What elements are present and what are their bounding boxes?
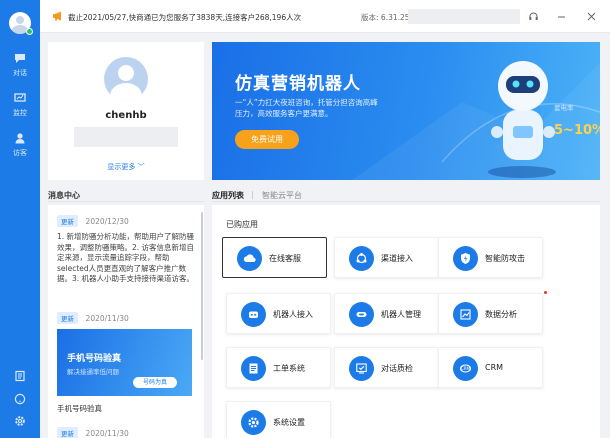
user-info-box bbox=[74, 127, 178, 147]
rate-value: 5~10% bbox=[554, 123, 600, 138]
app-robot-access[interactable]: 机器人接入 bbox=[226, 293, 331, 334]
app-name: 机器人接入 bbox=[273, 310, 313, 319]
tab-cloud-platform[interactable]: 智能云平台 bbox=[262, 190, 302, 201]
banner-title: 仿真营销机器人 bbox=[235, 74, 361, 94]
promo-banner[interactable]: 仿真营销机器人 一“人”力扛大夜班咨询，托管分担咨询高峰压力，高效服务客户更满意… bbox=[212, 42, 600, 180]
app-name: 数据分析 bbox=[485, 310, 517, 319]
app-system-settings[interactable]: 系统设置 bbox=[226, 401, 331, 438]
headset-icon[interactable] bbox=[528, 11, 539, 22]
quality-check-icon bbox=[356, 363, 367, 374]
username: chenhb bbox=[105, 110, 147, 121]
show-more-link[interactable]: 显示更多 ﹀ bbox=[48, 162, 204, 172]
shield-bolt-icon bbox=[461, 253, 470, 264]
app-crm[interactable]: CRM CRM bbox=[438, 347, 543, 388]
version-label: 版本: 6.31.25 bbox=[361, 13, 410, 22]
notes-icon[interactable] bbox=[14, 370, 26, 382]
close-icon[interactable] bbox=[586, 11, 597, 22]
cloud-chat-icon bbox=[243, 254, 256, 263]
message-list[interactable]: 更新 2020/12/30 1. 新增防骚分析功能，帮助用户了解防骚效果，调整防… bbox=[48, 205, 204, 438]
apps-panel: 已购应用 在线客服 渠道接入 智能防攻击 机器人接入 机器人管理 数据分析 工单… bbox=[212, 205, 600, 438]
tab-separator: | bbox=[251, 190, 254, 199]
rail-label-dialog: 对话 bbox=[13, 69, 27, 77]
app-name: 系统设置 bbox=[273, 418, 305, 427]
monitor-icon bbox=[14, 93, 26, 102]
message-center-title: 消息中心 bbox=[48, 191, 80, 200]
app-dialog-quality-check[interactable]: 对话质检 bbox=[334, 347, 439, 388]
app-online-service[interactable]: 在线客服 bbox=[222, 237, 327, 278]
top-bar: 截止2021/05/27,快商通已为您服务了3838天,连接客户268,196人… bbox=[40, 0, 610, 33]
robot-icon bbox=[249, 311, 258, 318]
message-caption: 手机号码验真 bbox=[57, 404, 102, 413]
app-data-analysis[interactable]: 数据分析 bbox=[438, 293, 543, 334]
notification-dot bbox=[544, 291, 547, 294]
app-name: 在线客服 bbox=[269, 254, 301, 263]
service-notice: 截止2021/05/27,快商通已为您服务了3838天,连接客户268,196人… bbox=[68, 13, 302, 22]
app-name: 机器人管理 bbox=[381, 310, 421, 319]
message-scrollbar[interactable] bbox=[201, 212, 203, 360]
crm-icon: CRM bbox=[459, 364, 472, 373]
robot-manage-icon bbox=[356, 312, 367, 317]
image-pill: 号码为真 bbox=[133, 377, 177, 388]
app-robot-management[interactable]: 机器人管理 bbox=[334, 293, 439, 334]
message-body: 1. 新增防骚分析功能，帮助用户了解防骚效果，调整防骚策略。2. 访客信息新增自… bbox=[57, 232, 195, 283]
update-tag: 更新 bbox=[57, 312, 78, 324]
network-icon bbox=[356, 253, 367, 264]
app-name: 渠道接入 bbox=[381, 254, 413, 263]
app-channel-access[interactable]: 渠道接入 bbox=[334, 237, 439, 278]
gear-icon bbox=[248, 417, 259, 428]
image-title: 手机号码验真 bbox=[67, 354, 122, 364]
tab-app-list[interactable]: 应用列表 bbox=[212, 190, 244, 201]
message-date: 2020/11/30 bbox=[85, 429, 129, 438]
form-icon bbox=[249, 363, 258, 374]
app-name: 对话质检 bbox=[381, 364, 413, 373]
rail-item-dialog[interactable]: 对话 bbox=[0, 52, 40, 78]
settings-gear-icon[interactable] bbox=[14, 415, 26, 427]
message-date: 2020/12/30 bbox=[85, 217, 129, 226]
profile-avatar[interactable] bbox=[104, 57, 148, 101]
list-item[interactable]: 更新 2020/11/30 bbox=[57, 427, 199, 438]
free-trial-button[interactable]: 免费试用 bbox=[235, 130, 299, 149]
person-icon bbox=[15, 133, 25, 144]
banner-description: 一“人”力扛大夜班咨询，托管分担咨询高峰压力，高效服务客户更满意。 bbox=[235, 98, 378, 118]
message-image[interactable]: 手机号码验真 解决接通率低问题 号码为真 bbox=[57, 329, 192, 396]
app-ticket-system[interactable]: 工单系统 bbox=[226, 347, 331, 388]
app-anti-attack[interactable]: 智能防攻击 bbox=[438, 237, 543, 278]
app-name: 智能防攻击 bbox=[485, 254, 525, 263]
svg-text:CRM: CRM bbox=[461, 366, 471, 371]
version-info-box bbox=[408, 9, 520, 24]
chart-icon bbox=[460, 309, 471, 320]
app-name: 工单系统 bbox=[273, 364, 305, 373]
rail-item-monitor[interactable]: 监控 bbox=[0, 92, 40, 118]
left-rail: 对话 监控 访客 bbox=[0, 0, 40, 438]
update-tag: 更新 bbox=[57, 215, 78, 227]
divider bbox=[212, 201, 600, 202]
divider bbox=[48, 201, 204, 202]
chat-bubble-icon bbox=[15, 54, 25, 63]
rate-label: 套电率 bbox=[554, 104, 574, 112]
rail-label-monitor: 监控 bbox=[13, 109, 27, 117]
robot-illustration bbox=[488, 61, 556, 178]
profile-card: chenhb 显示更多 ﹀ bbox=[48, 42, 204, 180]
online-status-icon bbox=[26, 28, 33, 35]
rail-item-visitor[interactable]: 访客 bbox=[0, 132, 40, 158]
update-tag: 更新 bbox=[57, 427, 78, 438]
help-icon[interactable] bbox=[14, 393, 26, 405]
purchased-apps-title: 已购应用 bbox=[226, 220, 258, 229]
app-name: CRM bbox=[485, 363, 504, 372]
minimize-icon[interactable] bbox=[556, 11, 567, 22]
rail-label-visitor: 访客 bbox=[13, 149, 27, 157]
image-subtitle: 解决接通率低问题 bbox=[67, 368, 119, 376]
megaphone-icon bbox=[53, 11, 61, 21]
list-item[interactable]: 更新 2020/12/30 1. 新增防骚分析功能，帮助用户了解防骚效果，调整防… bbox=[57, 215, 199, 285]
list-item[interactable]: 更新 2020/11/30 bbox=[57, 312, 199, 324]
message-date: 2020/11/30 bbox=[85, 314, 129, 323]
